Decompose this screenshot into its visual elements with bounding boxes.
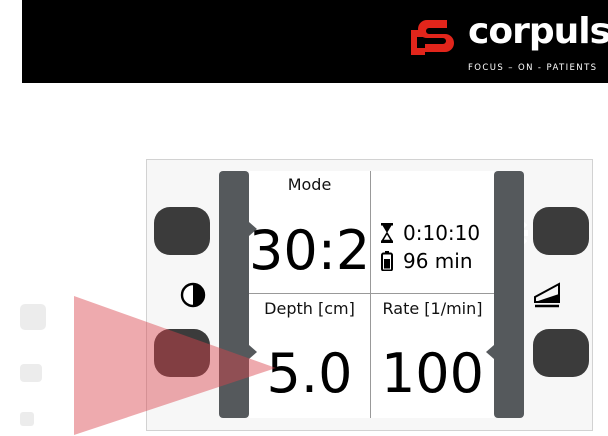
top-right-softkey-button[interactable] bbox=[533, 207, 589, 255]
right-screen-bezel bbox=[494, 171, 524, 418]
battery-row: 96 min bbox=[381, 249, 473, 273]
rate-value: 100 bbox=[380, 342, 485, 405]
header-banner: corpuls FOCUS – ON - PATIENTS bbox=[22, 0, 608, 83]
corpuls-logo-icon bbox=[411, 20, 454, 55]
battery-value: 96 min bbox=[403, 249, 473, 273]
brand-name: corpuls bbox=[468, 11, 608, 52]
timer-row: 0:10:10 bbox=[381, 221, 480, 245]
screen-divider-horizontal bbox=[249, 293, 494, 294]
bottom-left-softkey-button[interactable] bbox=[154, 329, 210, 377]
rate-label: Rate [1/min] bbox=[382, 299, 483, 318]
hourglass-icon bbox=[381, 223, 393, 243]
depth-value: 5.0 bbox=[266, 342, 353, 405]
mode-label: Mode bbox=[287, 175, 332, 194]
brand-tagline: FOCUS – ON - PATIENTS bbox=[468, 63, 598, 73]
volume-icon[interactable] bbox=[533, 280, 563, 308]
left-screen-bezel bbox=[219, 171, 249, 418]
contrast-icon[interactable] bbox=[180, 282, 206, 308]
mode-value: 30:2 bbox=[249, 219, 371, 282]
top-left-softkey-button[interactable] bbox=[154, 207, 210, 255]
bottom-right-softkey-button[interactable] bbox=[533, 329, 589, 377]
background-decoration bbox=[20, 304, 46, 426]
depth-label: Depth [cm] bbox=[264, 299, 355, 318]
battery-icon bbox=[381, 251, 393, 272]
timer-value: 0:10:10 bbox=[403, 221, 481, 245]
